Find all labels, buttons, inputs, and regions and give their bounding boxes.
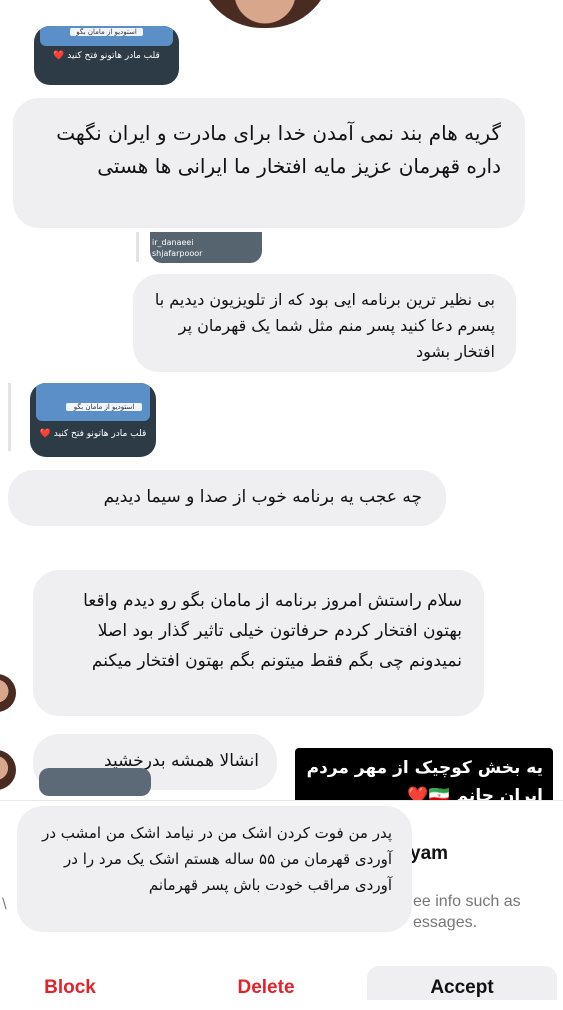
block-button[interactable]: Block [20, 966, 120, 1000]
reply-preview-block [39, 768, 151, 796]
request-panel-left-glyph: \ [2, 896, 7, 912]
message-bubble[interactable]: سلام راستش امروز برنامه از مامان بگو رو … [33, 570, 484, 716]
message-text: چه عجب یه برنامه خوب از صدا و سیما دیدیم [103, 487, 422, 507]
delete-button[interactable]: Delete [206, 966, 326, 1000]
overlay-line-1: یه بخش کوچیک از مهر مردم [306, 758, 543, 778]
message-bubble[interactable]: چه عجب یه برنامه خوب از صدا و سیما دیدیم [8, 470, 446, 526]
thumbnail-screen: استودیو از مامان بگو [40, 26, 173, 46]
request-info-line: essages. [413, 914, 478, 931]
story-mention-preview[interactable]: ir_danaeei shjafarpooor [150, 232, 262, 263]
story-thumbnail-mid[interactable]: استودیو از مامان بگو قلب مادر هاتونو فتح… [30, 383, 156, 457]
requester-name: yam [410, 843, 449, 864]
thumbnail-caption: قلب مادر هاتونو فتح کنید ❤️ [53, 51, 160, 61]
message-bubble[interactable]: پدر من فوت کردن اشک من در نیامد اشک من ا… [17, 806, 412, 932]
thumbnail-screen: استودیو از مامان بگو [36, 383, 150, 421]
request-info-line: ee info such as [413, 893, 521, 910]
message-text: سلام راستش امروز برنامه از مامان بگو رو … [83, 591, 462, 671]
thumbnail-banner: استودیو از مامان بگو [66, 403, 142, 411]
message-text: گریه هام بند نمی آمدن خدا برای مادرت و ا… [56, 121, 501, 178]
thumbnail-banner: استودیو از مامان بگو [70, 28, 143, 36]
accept-button[interactable]: Accept [367, 966, 557, 1000]
sender-avatar-top[interactable] [198, 0, 332, 28]
message-text: پدر من فوت کردن اشک من در نیامد اشک من ا… [42, 824, 392, 894]
story-thumbnail-top[interactable]: استودیو از مامان بگو قلب مادر هاتونو فتح… [34, 26, 179, 85]
story-mention-name: ir_danaeei [152, 238, 194, 247]
story-reply-line [8, 383, 11, 451]
sender-avatar[interactable] [0, 674, 16, 712]
message-bubble[interactable]: گریه هام بند نمی آمدن خدا برای مادرت و ا… [13, 98, 525, 228]
story-reply-line [136, 232, 139, 262]
story-mention-name: shjafarpooor [152, 249, 203, 258]
thumbnail-caption: قلب مادر هاتونو فتح کنید ❤️ [39, 429, 147, 439]
sender-avatar[interactable] [0, 750, 16, 790]
message-bubble[interactable]: بی نظیر ترین برنامه ایی بود که از تلویزی… [133, 274, 516, 372]
message-text: بی نظیر ترین برنامه ایی بود که از تلویزی… [154, 290, 495, 361]
